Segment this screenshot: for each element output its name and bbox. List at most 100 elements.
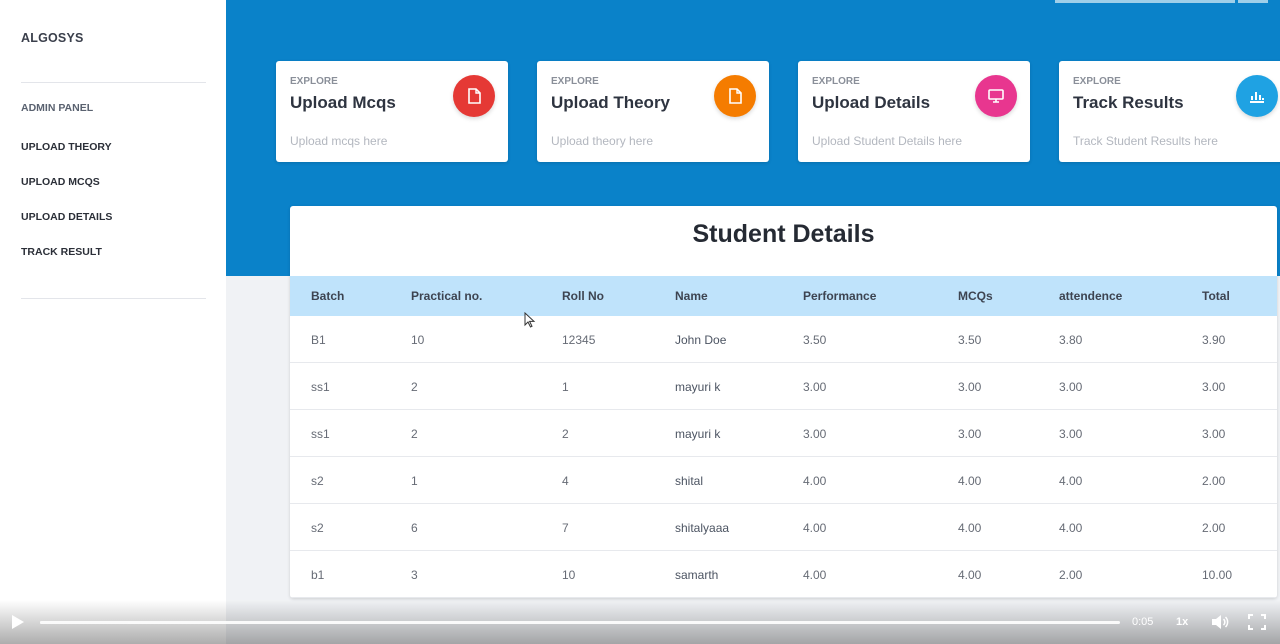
cell-attendence: 3.00: [1059, 380, 1083, 394]
cell-batch: B1: [311, 333, 326, 347]
cell-batch: s2: [311, 474, 324, 488]
card-title: Track Results: [1073, 93, 1184, 112]
cell-name: mayuri k: [675, 380, 721, 394]
cell-mcqs: 4.00: [958, 474, 982, 488]
cell-batch: ss1: [311, 380, 330, 394]
column-header-performance[interactable]: Performance: [803, 289, 876, 303]
cell-practical-no: 2: [411, 380, 418, 394]
mouse-pointer-icon: [524, 312, 536, 328]
column-header-attendence[interactable]: attendence: [1059, 289, 1122, 303]
cell-attendence: 4.00: [1059, 474, 1083, 488]
monitor-icon[interactable]: [975, 75, 1017, 117]
card-description: Upload theory here: [551, 134, 654, 148]
cell-attendence: 2.00: [1059, 568, 1083, 582]
cell-practical-no: 2: [411, 427, 418, 441]
cell-roll-no: 4: [562, 474, 569, 488]
cell-name: mayuri k: [675, 427, 721, 441]
card-upload-mcqs[interactable]: EXPLORE Upload Mcqs Upload mcqs here: [276, 61, 508, 162]
card-kicker: EXPLORE: [812, 76, 860, 87]
card-track-results[interactable]: EXPLORE Track Results Track Student Resu…: [1059, 61, 1280, 162]
table-row[interactable]: b1 3 10 samarth 4.00 4.00 2.00 10.00: [290, 551, 1277, 598]
cell-roll-no: 12345: [562, 333, 596, 347]
search-bar[interactable]: [1055, 0, 1235, 3]
cell-practical-no: 6: [411, 521, 418, 535]
cell-total: 3.00: [1202, 427, 1226, 441]
cell-name: John Doe: [675, 333, 727, 347]
document-icon[interactable]: [453, 75, 495, 117]
card-description: Track Student Results here: [1073, 134, 1218, 148]
cell-performance: 3.00: [803, 380, 827, 394]
cell-attendence: 4.00: [1059, 521, 1083, 535]
seek-bar[interactable]: [40, 621, 1120, 624]
column-header-name[interactable]: Name: [675, 289, 708, 303]
cell-practical-no: 1: [411, 474, 418, 488]
cell-mcqs: 3.50: [958, 333, 982, 347]
column-header-total[interactable]: Total: [1202, 289, 1230, 303]
cell-mcqs: 3.00: [958, 427, 982, 441]
cell-attendence: 3.00: [1059, 427, 1083, 441]
cell-name: shital: [675, 474, 704, 488]
cell-performance: 4.00: [803, 474, 827, 488]
cell-performance: 4.00: [803, 568, 827, 582]
card-upload-details[interactable]: EXPLORE Upload Details Upload Student De…: [798, 61, 1030, 162]
card-title: Upload Theory: [551, 93, 671, 112]
table-row[interactable]: ss1 2 1 mayuri k 3.00 3.00 3.00 3.00: [290, 363, 1277, 410]
cell-roll-no: 10: [562, 568, 576, 582]
card-kicker: EXPLORE: [1073, 76, 1121, 87]
cell-performance: 4.00: [803, 521, 827, 535]
card-description: Upload Student Details here: [812, 134, 963, 148]
cell-total: 3.90: [1202, 333, 1226, 347]
sidebar-item-admin-panel[interactable]: ADMIN PANEL: [21, 102, 93, 114]
cell-name: shitalyaaa: [675, 521, 730, 535]
cell-total: 10.00: [1202, 568, 1233, 582]
column-header-practical-no[interactable]: Practical no.: [411, 289, 482, 303]
volume-icon[interactable]: [1211, 614, 1229, 630]
header-control[interactable]: [1238, 0, 1268, 3]
sidebar-divider: [21, 298, 206, 299]
cell-mcqs: 4.00: [958, 568, 982, 582]
cell-performance: 3.50: [803, 333, 827, 347]
cell-attendence: 3.80: [1059, 333, 1083, 347]
column-header-mcqs[interactable]: MCQs: [958, 289, 993, 303]
column-header-batch[interactable]: Batch: [311, 289, 344, 303]
play-icon[interactable]: [12, 615, 24, 629]
page-title: Student Details: [692, 220, 875, 248]
card-title: Upload Details: [812, 93, 931, 112]
cell-performance: 3.00: [803, 427, 827, 441]
fullscreen-icon[interactable]: [1248, 614, 1266, 630]
seek-progress: [40, 621, 46, 624]
cell-mcqs: 3.00: [958, 380, 982, 394]
cell-total: 2.00: [1202, 474, 1226, 488]
card-kicker: EXPLORE: [551, 76, 599, 87]
cell-batch: b1: [311, 568, 325, 582]
cell-batch: ss1: [311, 427, 330, 441]
cell-name: samarth: [675, 568, 719, 582]
sidebar: ALGOSYS ADMIN PANEL UPLOAD THEORY UPLOAD…: [0, 0, 226, 644]
cell-roll-no: 2: [562, 427, 569, 441]
card-upload-theory[interactable]: EXPLORE Upload Theory Upload theory here: [537, 61, 769, 162]
sidebar-item-upload-details[interactable]: UPLOAD DETAILS: [21, 211, 112, 223]
cell-total: 2.00: [1202, 521, 1226, 535]
student-details-panel: Student Details Batch Practical no. Roll…: [290, 206, 1277, 598]
table-row[interactable]: s2 6 7 shitalyaaa 4.00 4.00 4.00 2.00: [290, 504, 1277, 551]
card-kicker: EXPLORE: [290, 76, 338, 87]
document-icon[interactable]: [714, 75, 756, 117]
table-row[interactable]: B1 10 12345 John Doe 3.50 3.50 3.80 3.90: [290, 316, 1277, 363]
sidebar-item-upload-mcqs[interactable]: UPLOAD MCQS: [21, 176, 100, 188]
cell-total: 3.00: [1202, 380, 1226, 394]
cell-practical-no: 10: [411, 333, 425, 347]
brand-logo[interactable]: ALGOSYS: [21, 31, 84, 45]
column-header-roll-no[interactable]: Roll No: [562, 289, 604, 303]
table-row[interactable]: s2 1 4 shital 4.00 4.00 4.00 2.00: [290, 457, 1277, 504]
table-header: Batch Practical no. Roll No Name Perform…: [290, 276, 1277, 316]
sidebar-item-track-result[interactable]: TRACK RESULT: [21, 246, 102, 258]
sidebar-item-upload-theory[interactable]: UPLOAD THEORY: [21, 141, 112, 153]
playback-speed-button[interactable]: 1x: [1176, 616, 1188, 628]
cell-roll-no: 1: [562, 380, 569, 394]
video-controls: 0:05 1x: [0, 600, 1280, 644]
card-description: Upload mcqs here: [290, 134, 388, 148]
cell-practical-no: 3: [411, 568, 418, 582]
chart-icon[interactable]: [1236, 75, 1278, 117]
cell-batch: s2: [311, 521, 324, 535]
table-row[interactable]: ss1 2 2 mayuri k 3.00 3.00 3.00 3.00: [290, 410, 1277, 457]
